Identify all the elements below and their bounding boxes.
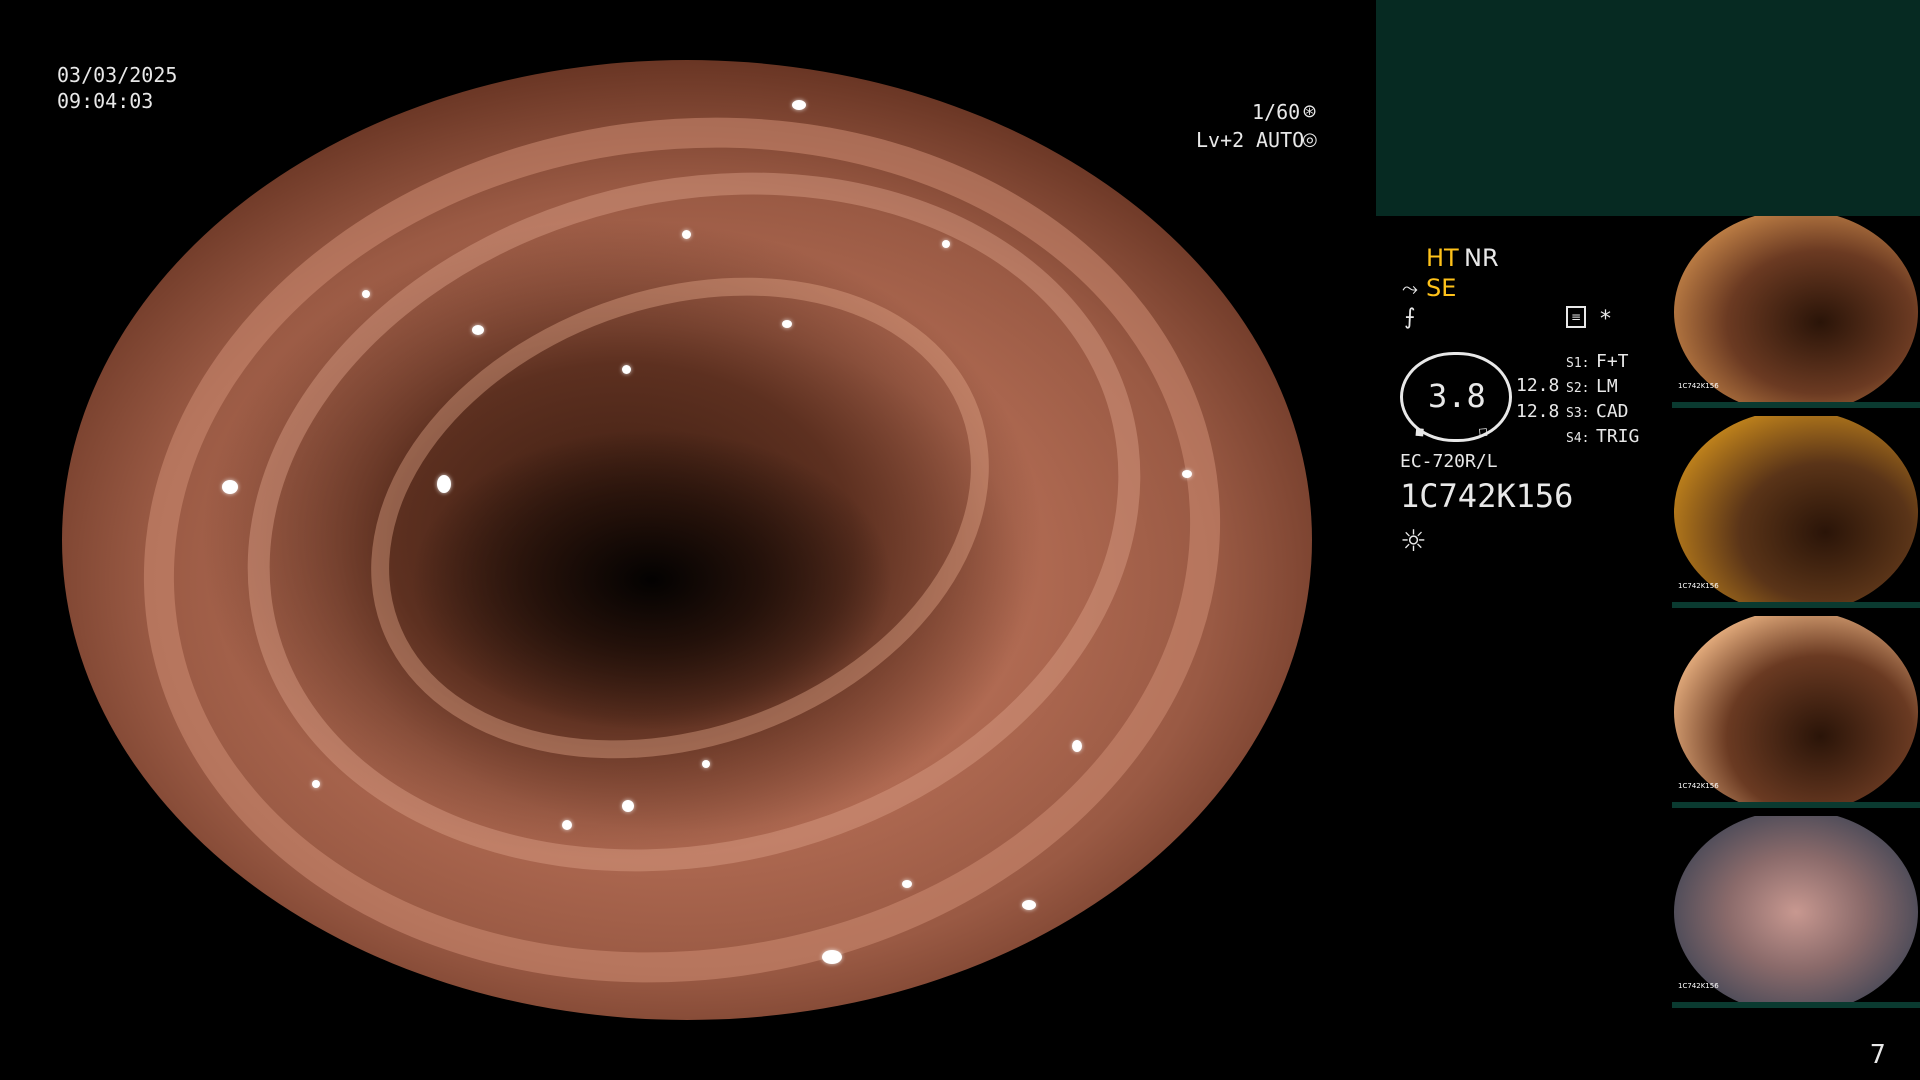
light-reflection	[222, 480, 238, 494]
thumbnail-serial: 1C742K156	[1678, 382, 1719, 390]
light-reflection	[1072, 740, 1082, 752]
date-label: 03/03/2025	[57, 63, 178, 87]
light-reflection	[702, 760, 710, 768]
scope-model-label: EC-720R/L	[1400, 451, 1498, 472]
light-reflection	[682, 230, 691, 239]
light-reflection	[1182, 470, 1192, 478]
shutter-icon: ⊛	[1302, 101, 1318, 122]
light-reflection	[437, 475, 451, 493]
endoscope-main-view	[62, 60, 1312, 1020]
thumbnail-bar	[1672, 802, 1920, 808]
brightness-level-label: Lv+2	[1196, 128, 1245, 152]
switch-1-label: S1:	[1566, 356, 1590, 371]
iris-icon: ◎	[1302, 129, 1318, 150]
switch-4-label: S4:	[1566, 431, 1590, 446]
structure-enhance-icon: ⤳	[1402, 276, 1418, 300]
zoom-gauge-value: 3.8	[1428, 377, 1486, 415]
capture-thumbnail-3[interactable]: 1C742K156	[1672, 616, 1920, 808]
light-reflection	[942, 240, 950, 248]
thumbnail-image	[1674, 216, 1918, 408]
thumbnail-serial: 1C742K156	[1678, 582, 1719, 590]
light-reflection	[622, 365, 631, 374]
switch-1-value: F+T	[1596, 351, 1629, 372]
thumbnail-serial: 1C742K156	[1678, 982, 1719, 990]
light-reflection	[902, 880, 912, 888]
light-reflection	[362, 290, 370, 298]
time-label: 09:04:03	[57, 89, 154, 113]
star-indicator: *	[1600, 307, 1611, 332]
switch-3-label: S3:	[1566, 406, 1590, 421]
capture-thumbnail-4[interactable]: 1C742K156	[1672, 816, 1920, 1008]
light-reflection	[562, 820, 572, 830]
light-reflection	[312, 780, 320, 788]
record-mode-icon: ≡	[1566, 306, 1586, 328]
thumbnail-bar	[1672, 602, 1920, 608]
light-reflection	[792, 100, 806, 110]
thumbnail-bar	[1672, 1002, 1920, 1008]
switch-3-value: CAD	[1596, 401, 1629, 422]
scope-serial-label: 1C742K156	[1400, 477, 1574, 515]
light-reflection	[822, 950, 842, 964]
switch-2-label: S2:	[1566, 381, 1590, 396]
iris-mode-label: AUTO	[1256, 128, 1305, 152]
reading-2: 12.8	[1516, 401, 1560, 422]
shutter-speed-label: 1/60	[1252, 100, 1301, 124]
light-reflection	[622, 800, 634, 812]
switch-2-value: LM	[1596, 376, 1618, 397]
capture-thumbnail-2[interactable]: 1C742K156	[1672, 416, 1920, 608]
light-reflection	[1022, 900, 1036, 910]
light-reflection	[782, 320, 792, 328]
capture-thumbnail-1[interactable]: 1C742K156	[1672, 216, 1920, 408]
se-mode-label: SE	[1426, 274, 1457, 302]
ht-mode-label: HT	[1426, 244, 1459, 272]
reading-1: 12.8	[1516, 375, 1560, 396]
thumbnail-image	[1674, 616, 1918, 808]
light-source-icon: ☼	[1400, 524, 1427, 559]
thumbnail-image	[1674, 816, 1918, 1008]
color-mode-icon: ⨍	[1404, 305, 1416, 330]
thumbnail-bar	[1672, 402, 1920, 408]
nr-mode-label: NR	[1464, 244, 1499, 272]
thumbnail-serial: 1C742K156	[1678, 782, 1719, 790]
page-number: 7	[1870, 1040, 1886, 1070]
secondary-display-panel	[1376, 0, 1920, 216]
light-reflection	[472, 325, 484, 335]
switch-4-value: TRIG	[1596, 426, 1640, 447]
thumbnail-image	[1674, 416, 1918, 608]
